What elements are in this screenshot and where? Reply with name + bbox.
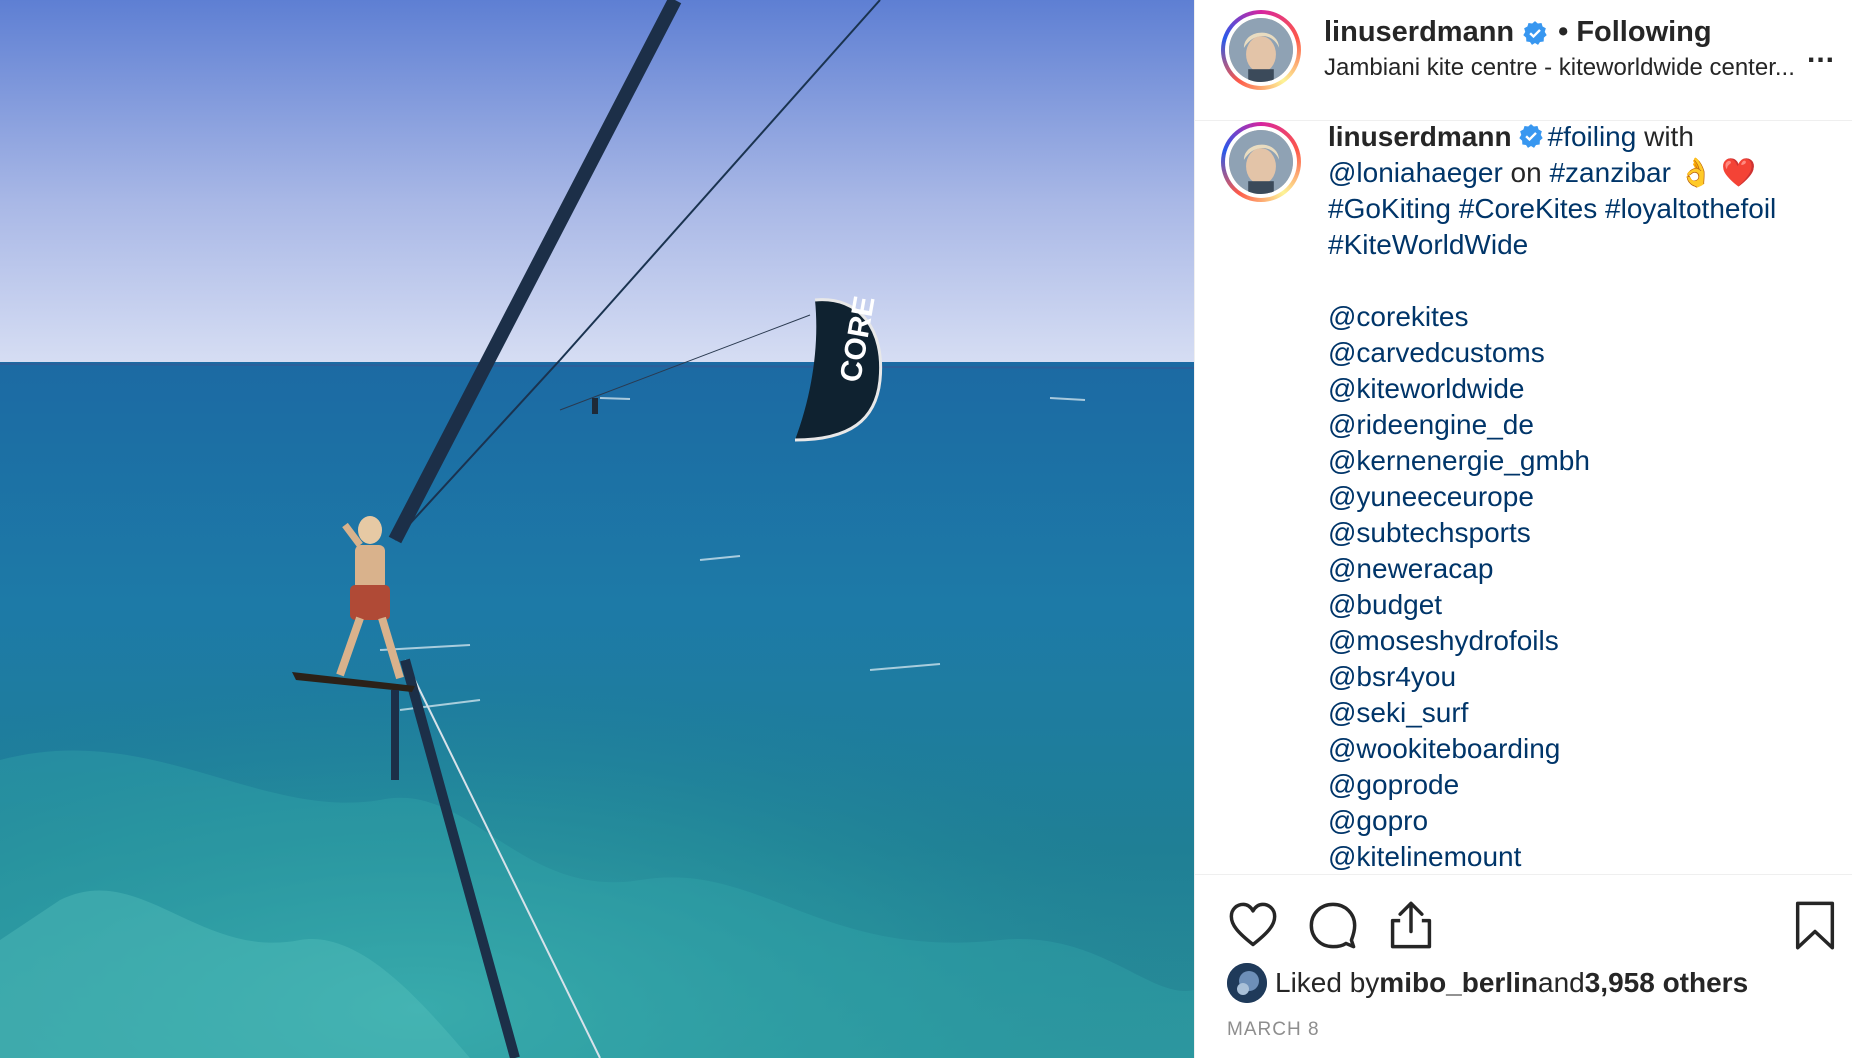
comments-section: linuserdmann #foiling with @loniahaeger o…	[1195, 122, 1852, 874]
following-button[interactable]: Following	[1576, 16, 1711, 49]
mention-link[interactable]: @moseshydrofoils	[1328, 623, 1828, 659]
comment-button[interactable]	[1307, 899, 1359, 951]
mention-link[interactable]: @corekites	[1328, 299, 1828, 335]
kitefoil-photo: CORE	[0, 0, 1194, 1058]
post-date[interactable]: MARCH 8	[1227, 1019, 1320, 1041]
mention-link[interactable]: @rideengine_de	[1328, 407, 1828, 443]
caption-username[interactable]: linuserdmann	[1328, 122, 1512, 152]
like-button[interactable]	[1227, 899, 1279, 951]
post-actions: Liked by mibo_berlin and 3,958 others MA…	[1195, 874, 1852, 1058]
post-caption: linuserdmann #foiling with @loniahaeger o…	[1328, 122, 1828, 874]
location-link[interactable]: Jambiani kite centre - kiteworldwide cen…	[1324, 54, 1834, 82]
mention-link[interactable]: @goprode	[1328, 767, 1828, 803]
mention-link[interactable]: @wookiteboarding	[1328, 731, 1828, 767]
more-options-button[interactable]: ...	[1807, 38, 1835, 68]
mention-link[interactable]: @kitelinemount	[1328, 839, 1828, 874]
bookmark-icon	[1795, 901, 1835, 950]
mention-link[interactable]: @yuneeceurope	[1328, 479, 1828, 515]
share-button[interactable]	[1385, 899, 1437, 951]
hashtag-link[interactable]: #foiling	[1548, 122, 1637, 152]
mention-list: @corekites @carvedcustoms @kiteworldwide…	[1328, 299, 1828, 874]
likes-middle: and	[1538, 967, 1585, 998]
likes-count-link[interactable]: 3,958 others	[1585, 967, 1748, 999]
mention-link[interactable]: @kernenergie_gmbh	[1328, 443, 1828, 479]
hashtag-links[interactable]: #GoKiting #CoreKites #loyaltothefoil #Ki…	[1328, 193, 1776, 260]
likes-summary: Liked by mibo_berlin and 3,958 others	[1227, 963, 1748, 1003]
mention-link[interactable]: @subtechsports	[1328, 515, 1828, 551]
verified-badge-icon	[1518, 124, 1543, 148]
heart-icon	[1229, 902, 1277, 947]
caption-text: with	[1636, 122, 1694, 152]
post-image[interactable]: CORE	[0, 0, 1194, 1058]
caption-emoji: 👌 ❤️	[1670, 157, 1757, 188]
author-username[interactable]: linuserdmann	[1324, 16, 1514, 49]
mention-link[interactable]: @neweracap	[1328, 551, 1828, 587]
verified-badge-icon	[1523, 20, 1547, 45]
mention-link[interactable]: @gopro	[1328, 803, 1828, 839]
follow-separator: •	[1558, 16, 1569, 48]
post-header: linuserdmann • Following Jambiani kite c…	[1195, 0, 1852, 121]
share-icon	[1390, 901, 1432, 949]
avatar-photo	[1229, 130, 1293, 194]
save-button[interactable]	[1789, 899, 1841, 951]
likes-prefix: Liked by	[1275, 967, 1380, 998]
author-avatar[interactable]	[1221, 10, 1301, 90]
avatar-photo	[1229, 18, 1293, 82]
mention-link[interactable]: @seki_surf	[1328, 695, 1828, 731]
mention-link[interactable]: @bsr4you	[1328, 659, 1828, 695]
header-username-row: linuserdmann • Following	[1324, 16, 1712, 49]
comment-icon	[1309, 902, 1357, 949]
liker-username[interactable]: mibo_berlin	[1379, 967, 1538, 999]
mention-link[interactable]: @loniahaeger	[1328, 157, 1503, 188]
caption-avatar[interactable]	[1221, 122, 1301, 202]
hashtag-link[interactable]: #zanzibar	[1549, 157, 1670, 188]
caption-text: on	[1502, 157, 1550, 188]
mention-link[interactable]: @kiteworldwide	[1328, 371, 1828, 407]
liker-avatar-image	[1227, 963, 1267, 1003]
mention-link[interactable]: @carvedcustoms	[1328, 335, 1828, 371]
liker-avatar[interactable]	[1227, 963, 1267, 1003]
post-details-panel: linuserdmann • Following Jambiani kite c…	[1194, 0, 1852, 1058]
mention-link[interactable]: @budget	[1328, 587, 1828, 623]
